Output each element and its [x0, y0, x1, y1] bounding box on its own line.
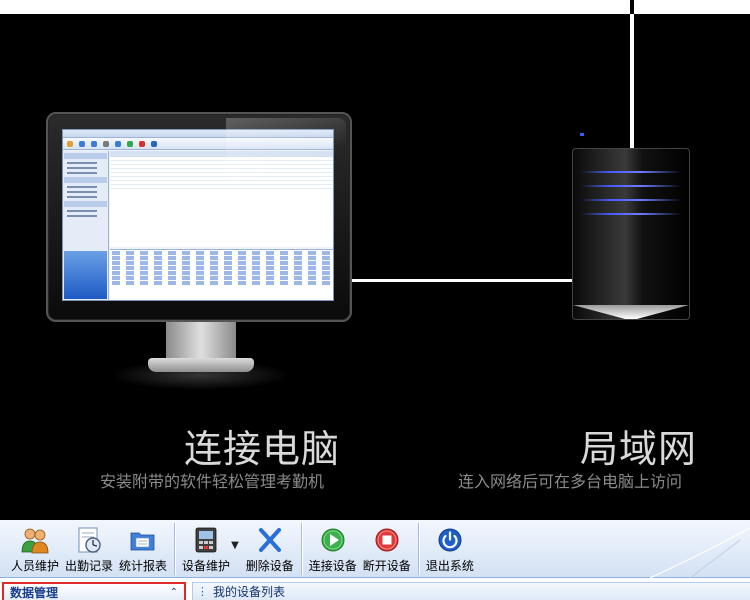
network-cable-horizontal [350, 279, 575, 282]
connect-pc-subtitle: 安装附带的软件轻松管理考勤机 [100, 474, 325, 491]
collapse-chevron-icon[interactable]: ⌃ [170, 587, 178, 598]
promo-banner: 连接电脑 安装附带的软件轻松管理考勤机 局域网 连入网络后可在多台电脑上访问 [0, 0, 750, 520]
device-maintenance-dropdown-icon[interactable]: ▼ [231, 540, 239, 551]
attendance-device-icon [191, 526, 221, 554]
monitor-base [148, 358, 254, 372]
exit-system-label: 退出系统 [425, 559, 474, 573]
monitor-gloss [226, 118, 346, 178]
toolbar-group-system: 退出系统 [419, 520, 477, 578]
grip-icon: ⋮ [197, 585, 208, 598]
green-play-icon [318, 526, 348, 554]
personnel-label: 人员维护 [11, 559, 60, 573]
monitor-stand [166, 322, 236, 362]
disconnect-device-label: 断开设备 [362, 559, 411, 573]
power-icon [435, 526, 465, 554]
connect-pc-title: 连接电脑 [184, 429, 341, 471]
folder-report-icon [128, 526, 158, 554]
network-cable-vertical [630, 0, 634, 150]
toolbar-decoration [590, 520, 750, 578]
delete-device-button[interactable]: 删除设备 [243, 526, 297, 574]
attendance-app: 人员维护 出勤记录 统计报表 设备维护 ▼ 删除设备 连接设备 断开设备 退出系… [0, 520, 750, 600]
lan-subtitle: 连入网络后可在多台电脑上访问 [458, 474, 683, 491]
device-list-panel-header: ⋮ 我的设备列表 [192, 582, 750, 600]
top-white-strip [0, 0, 750, 14]
toolbar-group-records: 人员维护 出勤记录 统计报表 [0, 520, 170, 578]
screen-log-table [110, 249, 333, 300]
device-maintenance-label: 设备维护 [182, 559, 231, 573]
blue-x-icon [255, 526, 285, 554]
data-management-title: 数据管理 [10, 585, 59, 600]
monitor-illustration [46, 112, 352, 322]
device-maintenance-button[interactable]: 设备维护 [179, 526, 233, 574]
data-management-panel-header[interactable]: 数据管理 ⌃ [2, 582, 186, 600]
red-stop-icon [372, 526, 402, 554]
attendance-record-label: 出勤记录 [65, 559, 114, 573]
lan-title: 局域网 [580, 429, 698, 471]
exit-system-button[interactable]: 退出系统 [423, 526, 477, 574]
device-list-title: 我的设备列表 [213, 585, 286, 599]
server-illustration [572, 148, 690, 320]
main-toolbar: 人员维护 出勤记录 统计报表 设备维护 ▼ 删除设备 连接设备 断开设备 退出系… [0, 520, 750, 578]
network-cable-gap [630, 0, 634, 14]
connect-device-label: 连接设备 [308, 559, 357, 573]
toolbar-group-device: 设备维护 ▼ 删除设备 [175, 520, 297, 578]
delete-device-label: 删除设备 [245, 559, 294, 573]
people-icon [20, 526, 50, 554]
clock-document-icon [74, 526, 104, 554]
attendance-record-button[interactable]: 出勤记录 [62, 526, 116, 574]
stats-report-label: 统计报表 [119, 559, 168, 573]
toolbar-group-connection: 连接设备 断开设备 [302, 520, 414, 578]
connect-device-button[interactable]: 连接设备 [306, 526, 360, 574]
server-indicator [580, 133, 584, 136]
personnel-button[interactable]: 人员维护 [8, 526, 62, 574]
stats-report-button[interactable]: 统计报表 [116, 526, 170, 574]
disconnect-device-button[interactable]: 断开设备 [360, 526, 414, 574]
screen-sidebar [63, 151, 109, 300]
